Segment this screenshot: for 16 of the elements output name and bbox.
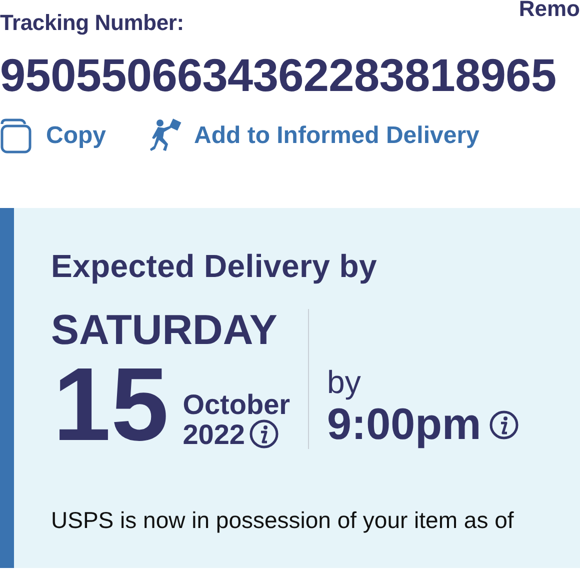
delivery-time: 9:00pm [327,401,482,450]
delivery-heading: Expected Delivery by [51,248,378,285]
tracking-number-label: Tracking Number: [0,10,184,36]
tracking-number: 9505506634362283818965 [0,52,558,98]
delivery-day: 15 [53,361,169,450]
copy-link[interactable]: Copy [0,118,106,154]
delivery-year: 2022 [182,420,245,450]
remove-link[interactable]: Remo [518,0,580,22]
by-label: by [327,364,362,401]
informed-delivery-link[interactable]: Add to Informed Delivery [146,118,480,154]
copy-icon [0,118,34,154]
info-icon[interactable] [248,419,279,450]
delivery-weekday: SATURDAY [51,309,278,351]
info-icon[interactable] [489,410,520,440]
delivery-month: October [182,391,290,420]
status-text: USPS is now in possession of your item as of [51,507,515,534]
